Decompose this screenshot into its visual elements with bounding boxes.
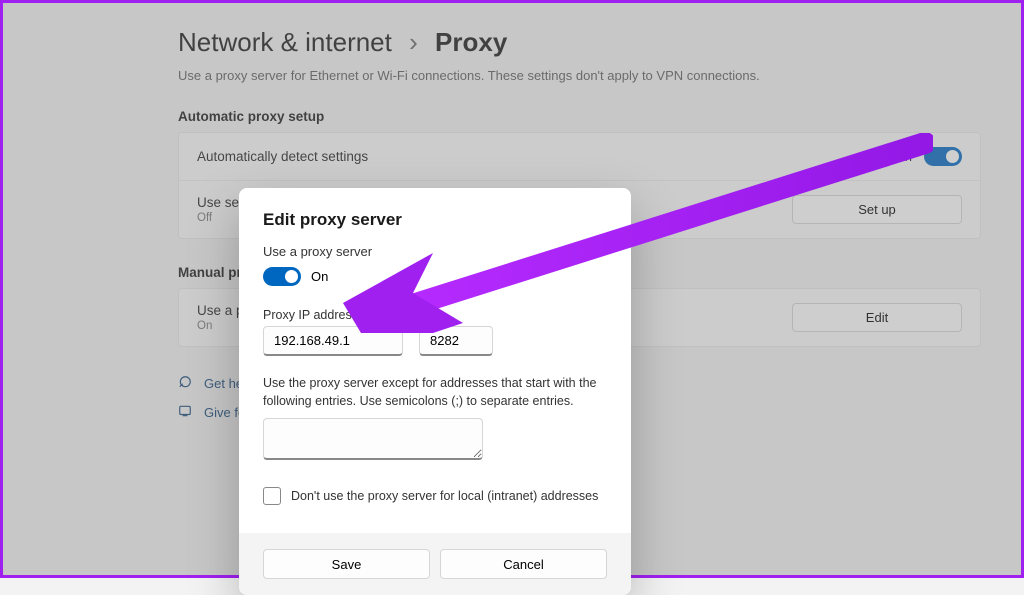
exceptions-description: Use the proxy server except for addresse… [263, 374, 607, 410]
cancel-button[interactable]: Cancel [440, 549, 607, 579]
port-label: Port [419, 308, 493, 322]
save-button[interactable]: Save [263, 549, 430, 579]
use-proxy-toggle[interactable] [263, 267, 301, 286]
proxy-ip-input[interactable] [263, 326, 403, 356]
local-checkbox-label: Don't use the proxy server for local (in… [291, 489, 598, 503]
edit-proxy-dialog: Edit proxy server Use a proxy server On … [239, 188, 631, 595]
exceptions-input[interactable] [263, 418, 483, 460]
proxy-port-input[interactable] [419, 326, 493, 356]
ip-label: Proxy IP address [263, 308, 403, 322]
local-checkbox[interactable] [263, 487, 281, 505]
dialog-title: Edit proxy server [263, 210, 607, 230]
dialog-use-label: Use a proxy server [263, 244, 607, 259]
use-proxy-state: On [311, 269, 328, 284]
